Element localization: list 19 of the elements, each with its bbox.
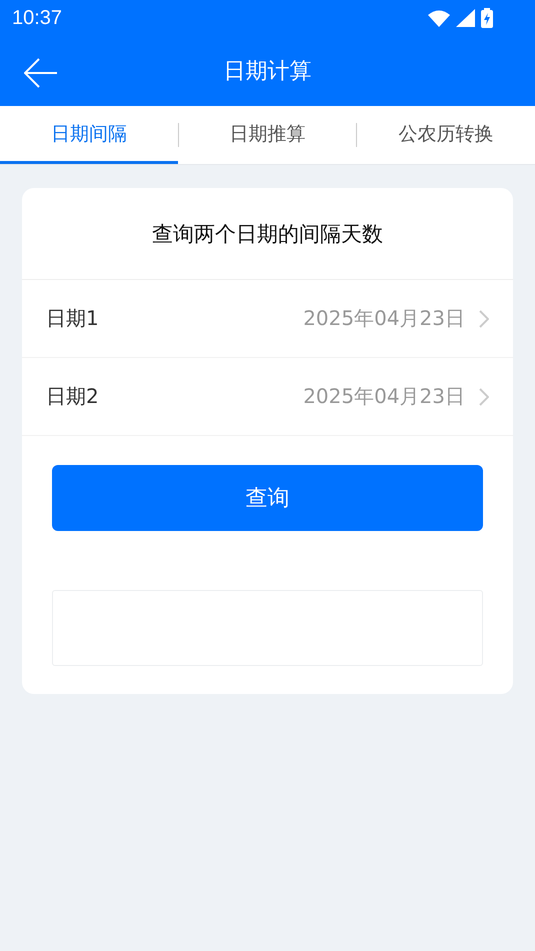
date-row[interactable]: 日期1 2025年04月23日 [22,280,513,358]
query-button[interactable]: 查询 [52,465,483,531]
date-label: 日期2 [46,383,100,410]
date-value: 2025年04月23日 [303,305,465,332]
tab[interactable]: 公农历转换 [357,106,535,164]
date-label: 日期1 [46,305,100,332]
date-value: 2025年04月23日 [303,383,465,410]
tab[interactable]: 日期推算 [178,106,356,164]
battery-icon [481,8,493,28]
date-row[interactable]: 日期2 2025年04月23日 [22,358,513,436]
tab[interactable]: 日期间隔 [0,106,178,164]
back-arrow-icon[interactable] [24,58,58,88]
wifi-icon [428,10,450,26]
status-time: 10:37 [12,6,62,30]
signal-icon [456,9,475,27]
chevron-right-icon [479,310,489,328]
chevron-right-icon [479,388,489,406]
card-heading: 查询两个日期的间隔天数 [152,220,383,248]
page-title: 日期计算 [224,58,312,86]
